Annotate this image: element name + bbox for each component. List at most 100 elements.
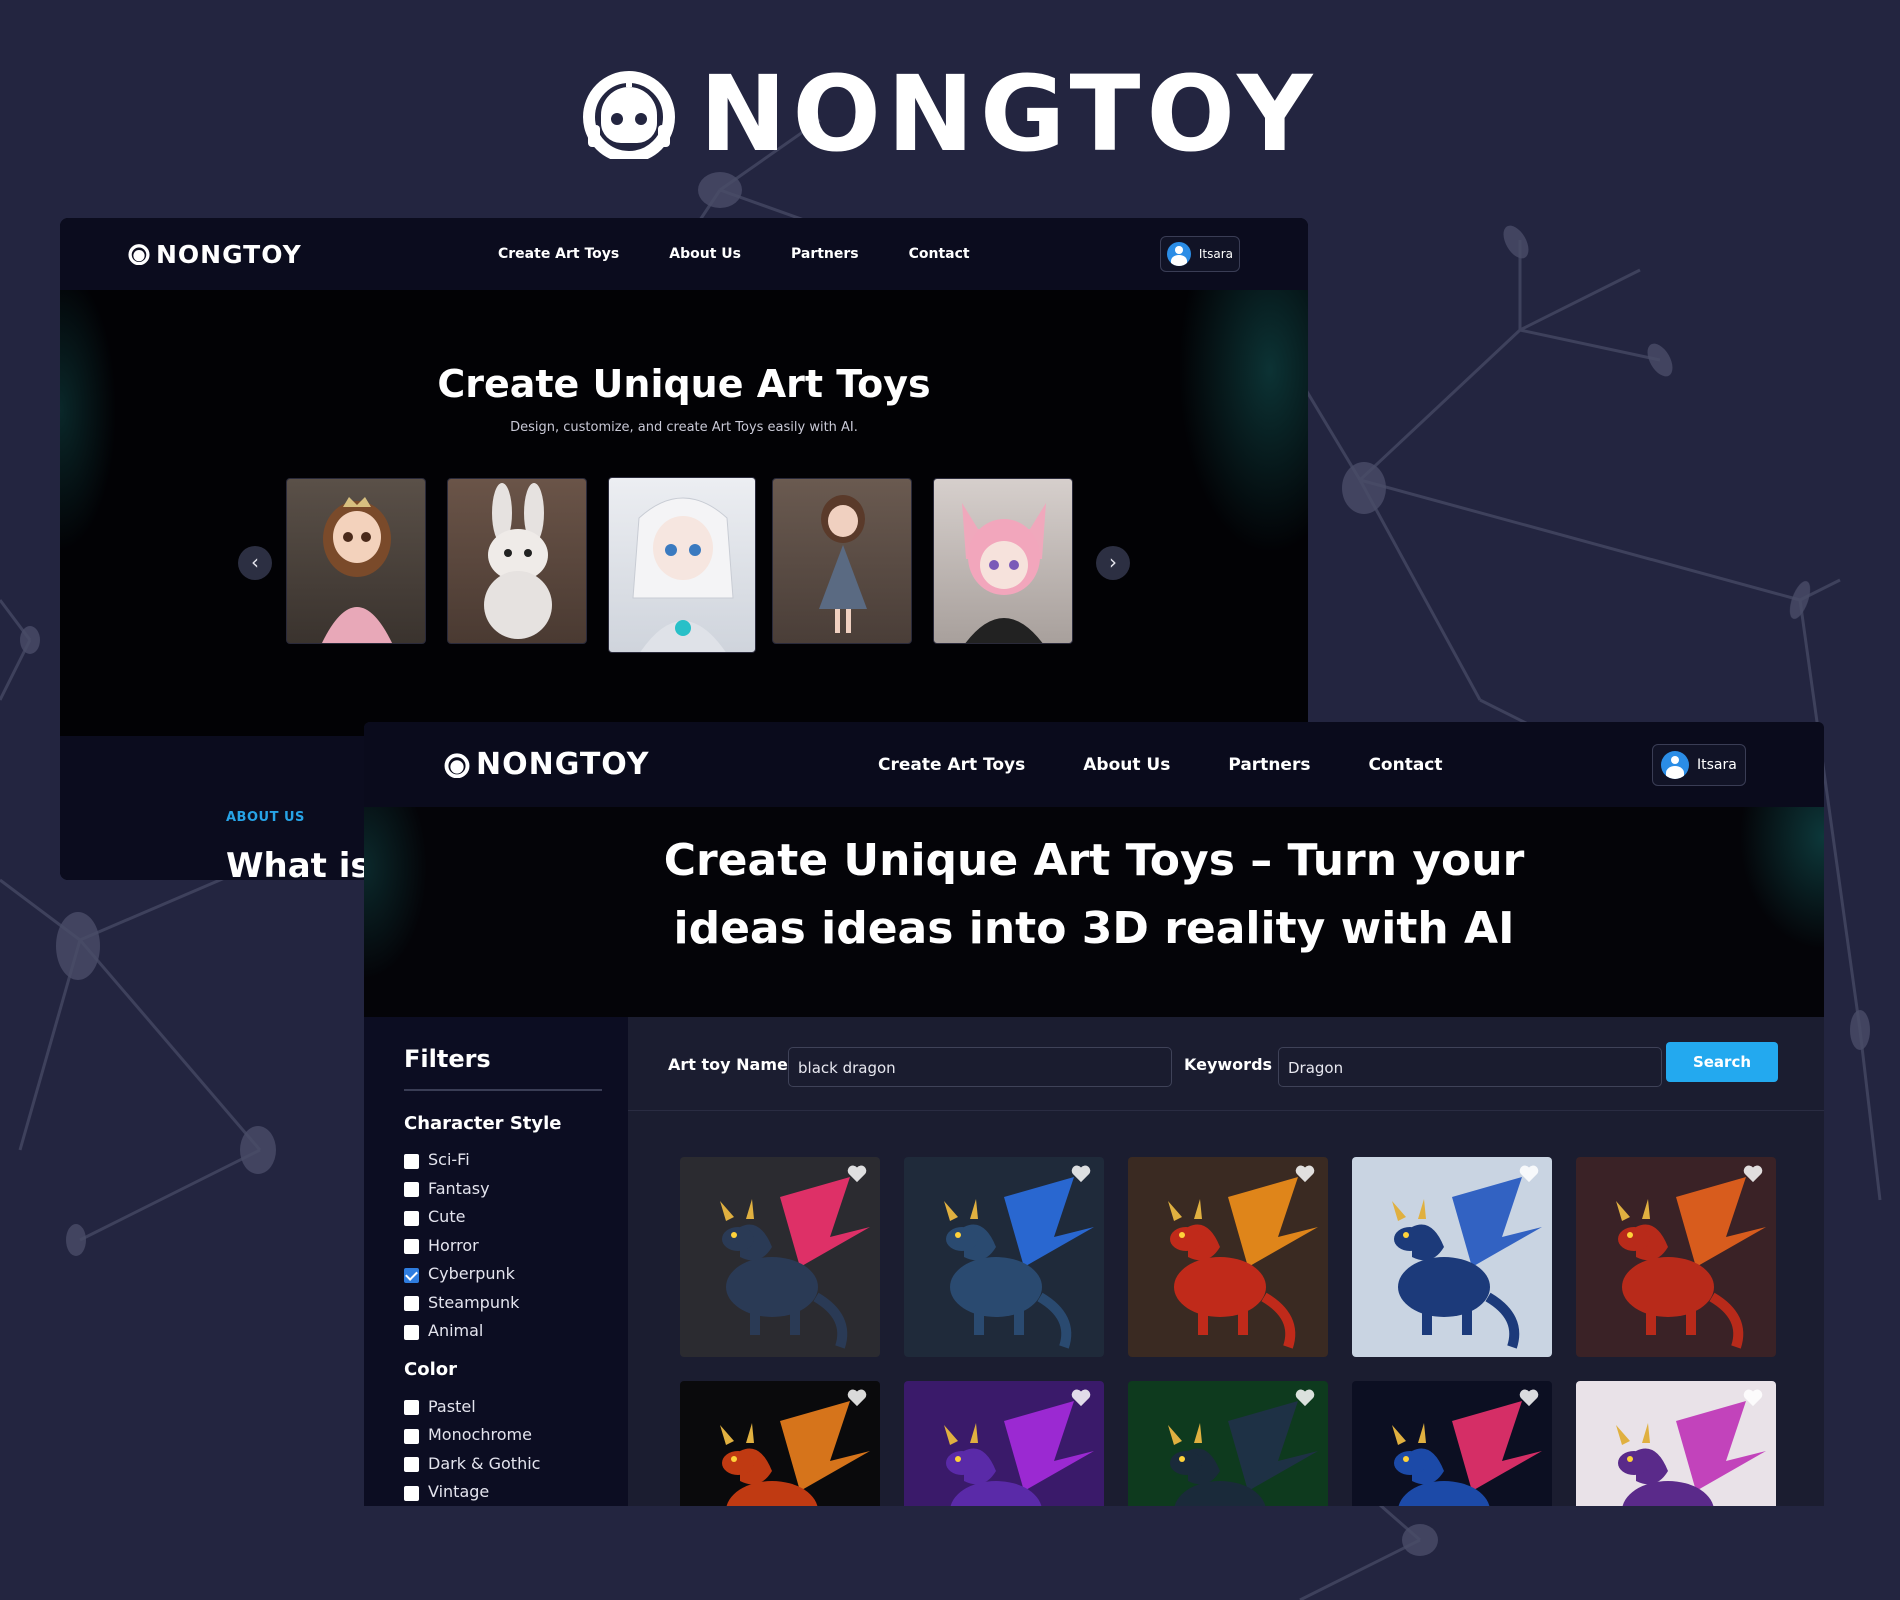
checkbox[interactable] — [404, 1267, 419, 1283]
search-button[interactable]: Search — [1666, 1042, 1778, 1082]
result-card-dragon-orange-black[interactable] — [680, 1381, 880, 1506]
character-style-option[interactable]: Sci-Fi — [404, 1146, 628, 1175]
carousel-image-robot-girl-figure[interactable] — [608, 477, 756, 653]
checkbox[interactable] — [404, 1457, 419, 1473]
character-style-option[interactable]: Horror — [404, 1231, 628, 1260]
carousel-image-princess-doll[interactable] — [286, 478, 426, 644]
avatar — [1167, 242, 1191, 266]
checkbox[interactable] — [404, 1210, 419, 1226]
result-card-dragon-purple-neon[interactable] — [904, 1381, 1104, 1506]
nav-contact[interactable]: Contact — [1368, 755, 1442, 775]
navbar-menu: Create Art Toys About Us Partners Contac… — [878, 755, 1501, 775]
carousel-next-button[interactable]: › — [1096, 546, 1130, 580]
dragon-image — [944, 1177, 1094, 1349]
navbar-menu: Create Art Toys About Us Partners Contac… — [498, 246, 1020, 262]
favorite-heart-icon[interactable] — [1070, 1387, 1092, 1407]
dragon-image — [1392, 1177, 1542, 1349]
carousel-image-pink-hair-girl-figure[interactable] — [933, 478, 1073, 644]
character-style-option[interactable]: Steampunk — [404, 1288, 628, 1317]
hero-title: Create Unique Art Toys — [437, 362, 931, 406]
character-style-heading: Character Style — [404, 1112, 562, 1134]
favorite-heart-icon[interactable] — [1742, 1387, 1764, 1407]
color-option[interactable]: Monochrome — [404, 1421, 628, 1450]
favorite-heart-icon[interactable] — [1070, 1163, 1092, 1183]
option-label: Steampunk — [428, 1292, 520, 1312]
brand-title: NONGTOY — [699, 53, 1319, 175]
color-option[interactable]: Vintage — [404, 1478, 628, 1507]
option-label: Dark & Gothic — [428, 1453, 541, 1473]
color-option[interactable]: Dark & Gothic — [404, 1449, 628, 1478]
nav-partners[interactable]: Partners — [1228, 755, 1310, 775]
option-label: Cyberpunk — [428, 1264, 515, 1284]
dragon-image — [720, 1177, 870, 1349]
option-label: Cute — [428, 1207, 466, 1227]
character-style-option[interactable]: Fantasy — [404, 1174, 628, 1203]
create-art-toys-window: NONGTOY Create Art Toys About Us Partner… — [364, 722, 1824, 1506]
robot-logo-icon — [128, 244, 150, 265]
checkbox[interactable] — [404, 1400, 419, 1416]
option-label: Pastel — [428, 1396, 476, 1416]
filters-sidebar: Filters Character Style Sci-Fi Fantasy Cut… — [364, 1017, 628, 1506]
color-option[interactable]: Pastel — [404, 1392, 628, 1421]
user-name: Itsara — [1697, 756, 1737, 773]
favorite-heart-icon[interactable] — [1294, 1387, 1316, 1407]
art-toy-name-input[interactable]: black dragon — [788, 1047, 1172, 1087]
checkbox[interactable] — [404, 1324, 419, 1340]
checkbox[interactable] — [404, 1239, 419, 1255]
robot-logo-icon — [582, 71, 675, 159]
result-card-dragon-purple-pink[interactable] — [1576, 1381, 1776, 1506]
favorite-heart-icon[interactable] — [1518, 1387, 1540, 1407]
nav-create-art-toys[interactable]: Create Art Toys — [498, 246, 619, 262]
favorite-heart-icon[interactable] — [846, 1387, 868, 1407]
navbar-logo[interactable]: NONGTOY — [444, 747, 649, 782]
character-style-option[interactable]: Cyberpunk — [404, 1260, 628, 1289]
checkbox[interactable] — [404, 1485, 419, 1501]
carousel-image-girl-doll[interactable] — [772, 478, 912, 644]
option-label: Fantasy — [428, 1178, 490, 1198]
about-heading: What is — [226, 846, 371, 880]
navbar-logo[interactable]: NONGTOY — [128, 240, 302, 269]
favorite-heart-icon[interactable] — [1294, 1163, 1316, 1183]
search-bar: Art toy Name black dragon Keywords Drago… — [628, 1017, 1824, 1111]
keywords-input[interactable]: Dragon — [1278, 1047, 1662, 1087]
result-card-dragon-red-teal[interactable] — [680, 1157, 880, 1357]
navbar-logo-text: NONGTOY — [476, 747, 650, 782]
result-card-dragon-blue-white[interactable] — [1352, 1157, 1552, 1357]
option-label: Vintage — [428, 1482, 490, 1502]
nav-partners[interactable]: Partners — [791, 246, 859, 262]
nav-contact[interactable]: Contact — [909, 246, 970, 262]
carousel-image-bunny-toy[interactable] — [447, 478, 587, 644]
hero-title: Create Unique Art Toys – Turn your ideas… — [663, 835, 1525, 954]
result-card-dragon-green-neon[interactable] — [1128, 1381, 1328, 1506]
nav-about-us[interactable]: About Us — [1083, 755, 1170, 775]
option-label: Monochrome — [428, 1425, 532, 1445]
character-style-option[interactable]: Animal — [404, 1317, 628, 1346]
user-menu-button[interactable]: Itsara — [1652, 743, 1746, 786]
avatar — [1661, 750, 1689, 779]
result-card-dragon-red-gold[interactable] — [1128, 1157, 1328, 1357]
keywords-label: Keywords — [1184, 1055, 1273, 1074]
checkbox[interactable] — [404, 1182, 419, 1198]
nav-about-us[interactable]: About Us — [669, 246, 741, 262]
checkbox[interactable] — [404, 1428, 419, 1444]
favorite-heart-icon[interactable] — [1518, 1163, 1540, 1183]
nav-create-art-toys[interactable]: Create Art Toys — [878, 755, 1025, 775]
top-navbar: NONGTOY Create Art Toys About Us Partner… — [60, 218, 1308, 290]
favorite-heart-icon[interactable] — [1742, 1163, 1764, 1183]
navbar-logo-text: NONGTOY — [156, 239, 302, 269]
character-style-option[interactable]: Cute — [404, 1203, 628, 1232]
dragon-image — [1168, 1177, 1318, 1349]
user-menu-button[interactable]: Itsara — [1160, 236, 1240, 272]
result-card-dragon-neon-blue[interactable] — [904, 1157, 1104, 1357]
result-card-dragon-orange-red[interactable] — [1576, 1157, 1776, 1357]
hero-section: Create Unique Art Toys Design, customize… — [60, 290, 1308, 736]
results-panel: Art toy Name black dragon Keywords Drago… — [628, 1017, 1824, 1506]
carousel-prev-button[interactable]: ‹ — [238, 546, 272, 580]
art-toy-carousel: ‹ › — [60, 477, 1308, 658]
divider — [404, 1089, 602, 1091]
checkbox[interactable] — [404, 1153, 419, 1169]
result-card-dragon-blue-pink[interactable] — [1352, 1381, 1552, 1506]
favorite-heart-icon[interactable] — [846, 1163, 868, 1183]
color-heading: Color — [404, 1359, 457, 1380]
checkbox[interactable] — [404, 1296, 419, 1312]
